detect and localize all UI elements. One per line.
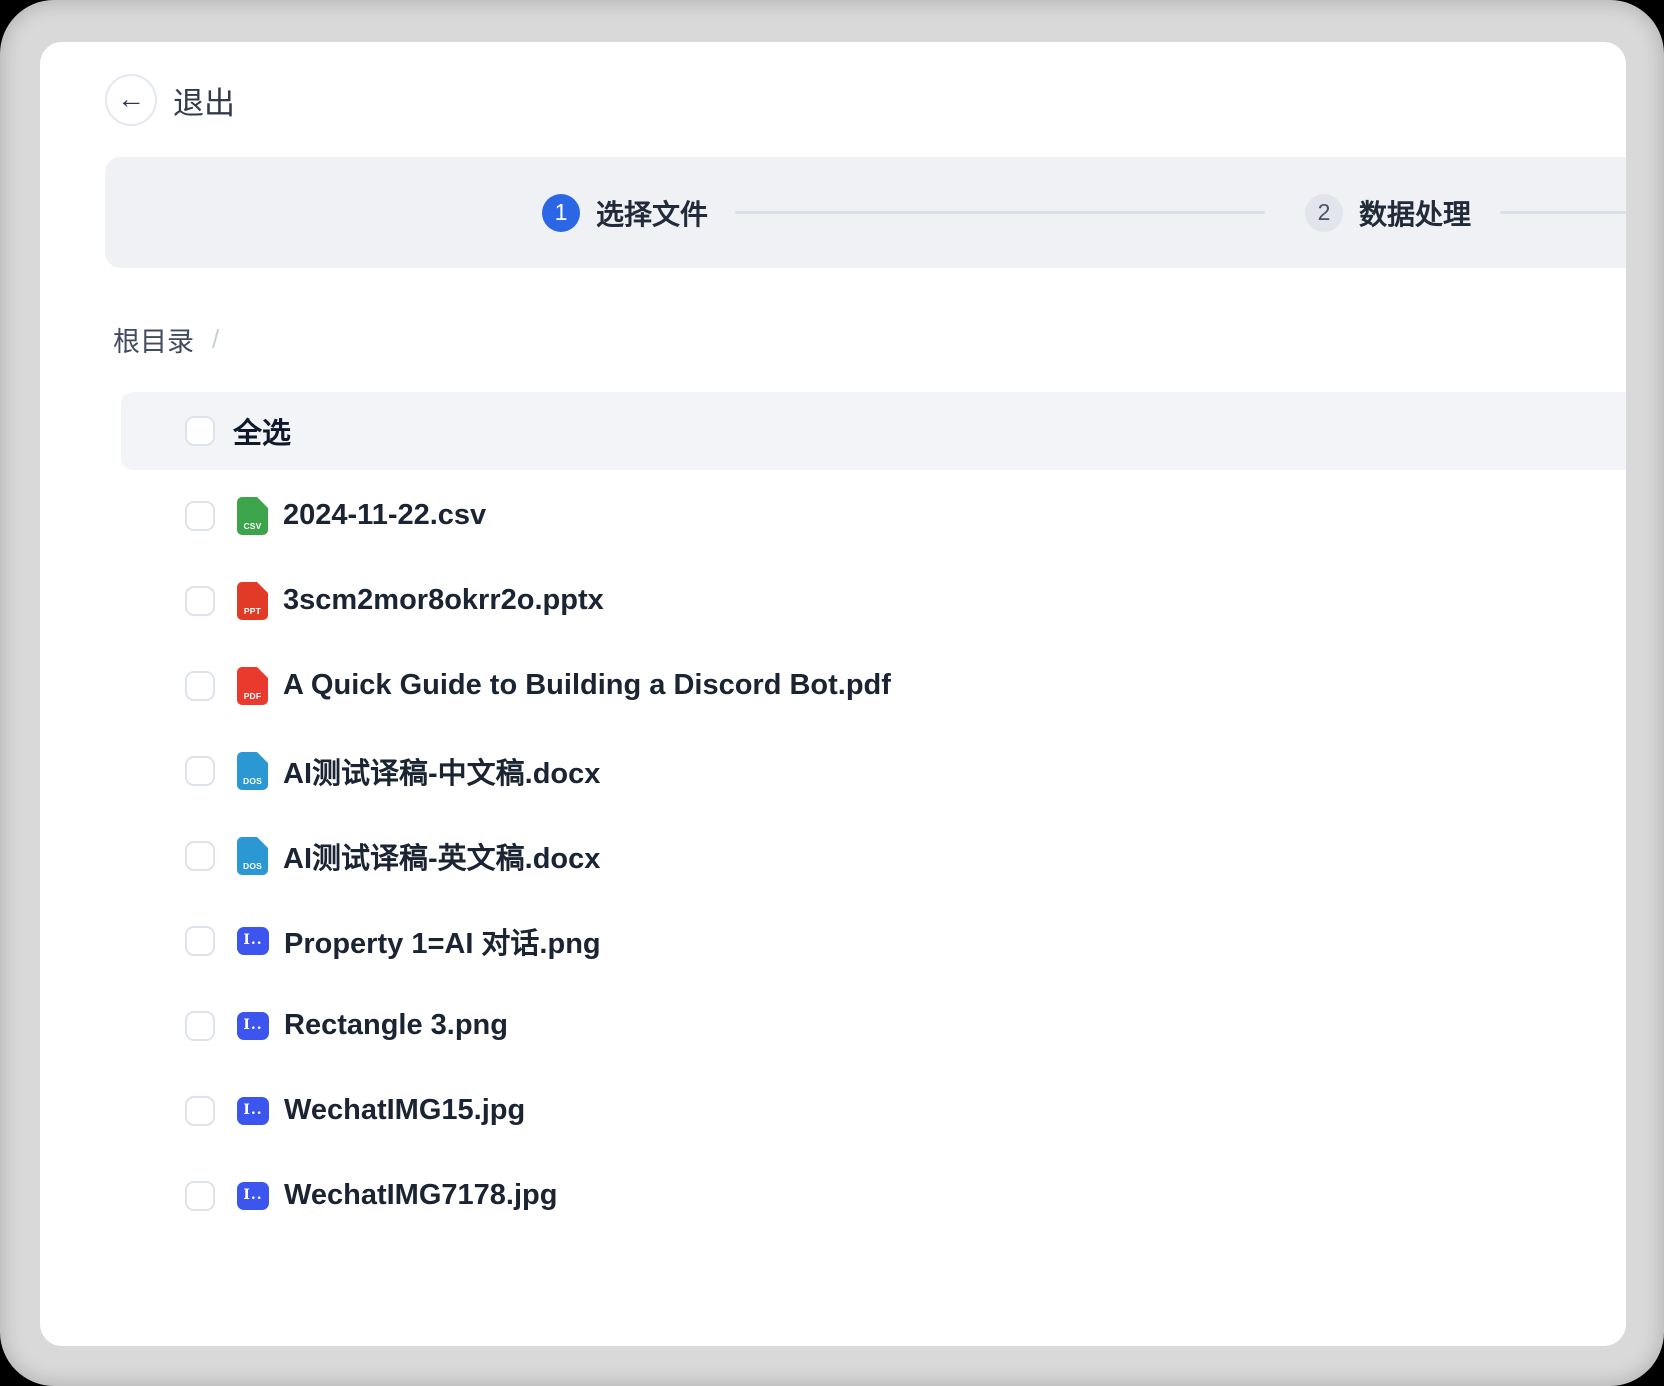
file-type-badge: I.. — [243, 1188, 262, 1202]
select-all-row: 全选 — [121, 392, 1626, 470]
file-row[interactable]: I.. WechatIMG15.jpg — [121, 1068, 1626, 1153]
step-connector-line-1 — [735, 211, 1265, 214]
file-type-badge: PPT — [244, 607, 261, 616]
file-type-icon: I.. — [237, 1097, 269, 1125]
file-checkbox[interactable] — [185, 756, 215, 786]
file-type-badge: I.. — [243, 1103, 262, 1117]
file-type-badge: DOS — [243, 862, 262, 871]
file-checkbox[interactable] — [185, 1096, 215, 1126]
file-type-icon: CSV — [237, 497, 268, 535]
back-arrow-icon: ← — [117, 85, 145, 113]
file-type-badge: PDF — [244, 692, 262, 701]
file-name: Rectangle 3.png — [284, 1009, 508, 1042]
step-1-label: 选择文件 — [596, 193, 708, 233]
file-type-icon: I.. — [237, 1182, 269, 1210]
file-type-icon: DOS — [237, 752, 268, 790]
file-type-icon: I.. — [237, 927, 269, 955]
file-name: AI测试译稿-中文稿.docx — [283, 750, 600, 792]
file-type-icon: DOS — [237, 837, 268, 875]
exit-label[interactable]: 退出 — [173, 78, 235, 123]
step-2-label: 数据处理 — [1359, 193, 1471, 233]
breadcrumb: 根目录 / — [113, 320, 219, 359]
file-row[interactable]: I.. Property 1=AI 对话.png — [121, 898, 1626, 983]
file-row[interactable]: PDF A Quick Guide to Building a Discord … — [121, 643, 1626, 728]
breadcrumb-root[interactable]: 根目录 — [113, 320, 194, 359]
file-checkbox[interactable] — [185, 586, 215, 616]
step-1-number-badge: 1 — [542, 194, 580, 232]
file-type-icon: PPT — [237, 582, 268, 620]
file-name: A Quick Guide to Building a Discord Bot.… — [283, 669, 891, 702]
file-type-badge: CSV — [243, 522, 261, 531]
file-checkbox[interactable] — [185, 1011, 215, 1041]
file-list: 全选 CSV 2024-11-22.csv PPT 3scm2mor8okrr2… — [121, 392, 1626, 1238]
file-type-icon: I.. — [237, 1012, 269, 1040]
dialog-card: ← 退出 1 选择文件 2 数据处理 根目录 / 全选 — [40, 42, 1626, 1346]
step-select-files: 1 选择文件 — [542, 157, 708, 268]
file-checkbox[interactable] — [185, 841, 215, 871]
file-row[interactable]: PPT 3scm2mor8okrr2o.pptx — [121, 558, 1626, 643]
file-name: WechatIMG7178.jpg — [284, 1179, 557, 1212]
file-type-badge: I.. — [243, 1018, 262, 1032]
select-all-checkbox[interactable] — [185, 416, 215, 446]
file-rows: CSV 2024-11-22.csv PPT 3scm2mor8okrr2o.p… — [121, 470, 1626, 1238]
select-all-label: 全选 — [233, 410, 291, 452]
file-name: AI测试译稿-英文稿.docx — [283, 835, 600, 877]
file-type-icon: PDF — [237, 667, 268, 705]
file-type-badge: DOS — [243, 777, 262, 786]
file-name: WechatIMG15.jpg — [284, 1094, 525, 1127]
file-name: 2024-11-22.csv — [283, 499, 486, 532]
file-row[interactable]: DOS AI测试译稿-英文稿.docx — [121, 813, 1626, 898]
back-button[interactable]: ← — [105, 74, 157, 126]
file-row[interactable]: DOS AI测试译稿-中文稿.docx — [121, 728, 1626, 813]
file-checkbox[interactable] — [185, 926, 215, 956]
exit-row: ← 退出 — [105, 74, 235, 126]
file-row[interactable]: I.. WechatIMG7178.jpg — [121, 1153, 1626, 1238]
file-checkbox[interactable] — [185, 1181, 215, 1211]
stepper-bar: 1 选择文件 2 数据处理 — [105, 157, 1626, 268]
file-name: Property 1=AI 对话.png — [284, 920, 601, 962]
breadcrumb-separator: / — [212, 324, 219, 355]
file-type-badge: I.. — [243, 933, 262, 947]
file-checkbox[interactable] — [185, 501, 215, 531]
screen: ← 退出 1 选择文件 2 数据处理 根目录 / 全选 — [0, 0, 1664, 1386]
step-data-processing: 2 数据处理 — [1305, 157, 1471, 268]
file-name: 3scm2mor8okrr2o.pptx — [283, 584, 604, 617]
file-row[interactable]: CSV 2024-11-22.csv — [121, 473, 1626, 558]
step-connector-line-2 — [1500, 211, 1626, 214]
step-2-number-badge: 2 — [1305, 194, 1343, 232]
file-checkbox[interactable] — [185, 671, 215, 701]
file-row[interactable]: I.. Rectangle 3.png — [121, 983, 1626, 1068]
